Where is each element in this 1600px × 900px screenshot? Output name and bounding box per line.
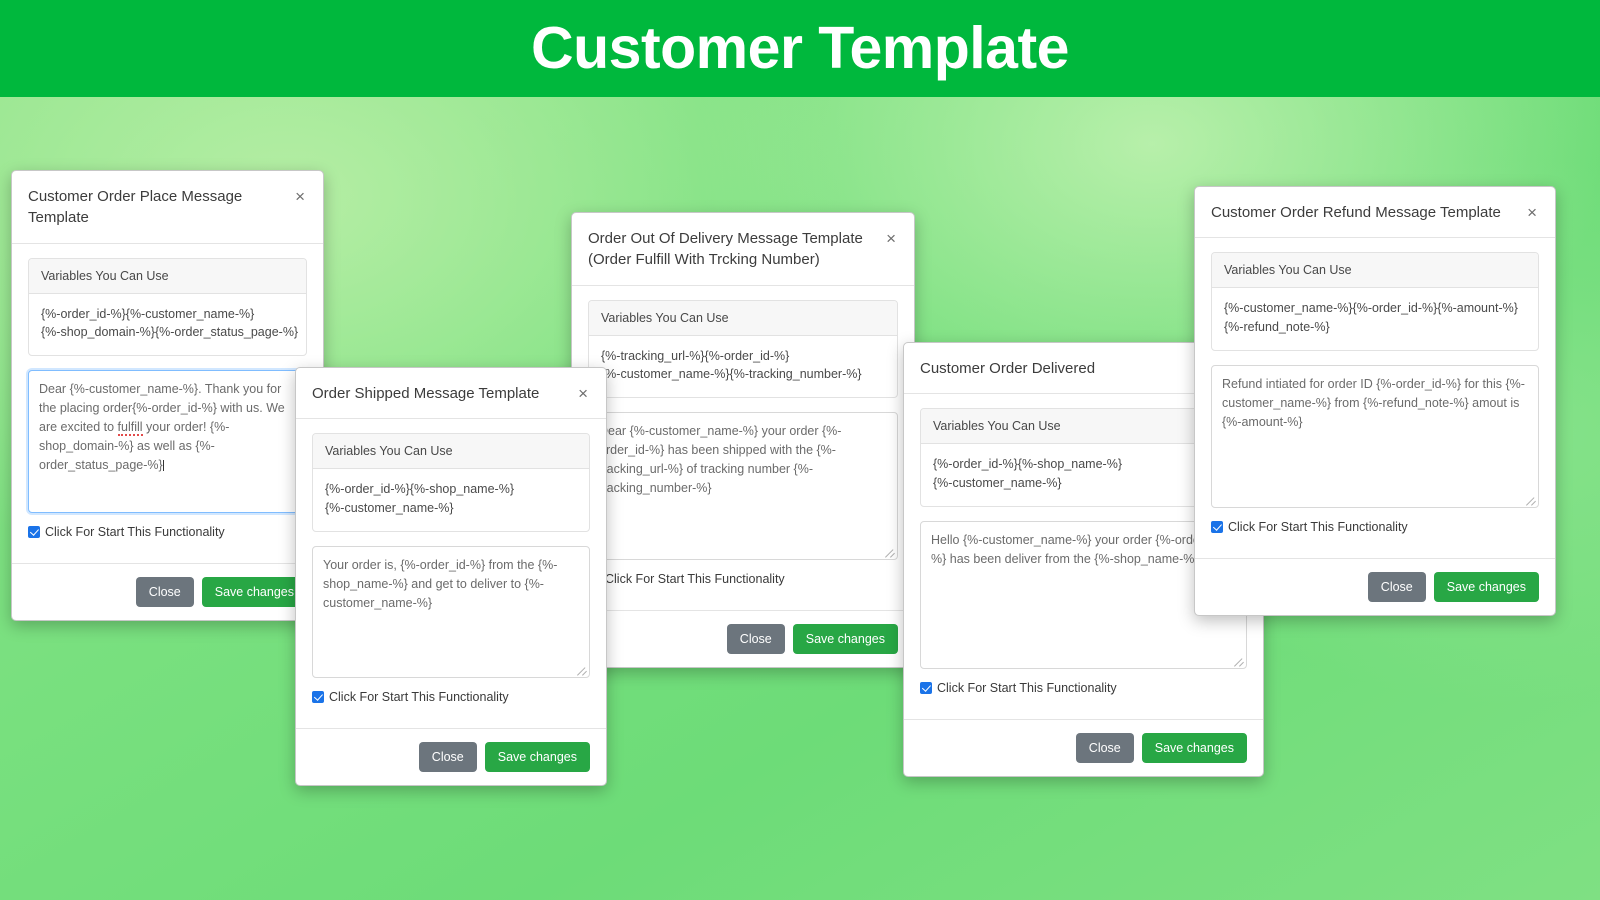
modal-title: Customer Order Place Message Template bbox=[28, 188, 243, 227]
modal-title: Order Out Of Delivery Message Template (… bbox=[588, 230, 863, 269]
modal-body: Variables You Can Use {%-order_id-%}{%-c… bbox=[12, 244, 323, 564]
save-changes-button[interactable]: Save changes bbox=[1433, 571, 1539, 603]
close-icon[interactable]: × bbox=[293, 186, 307, 205]
variables-list: {%-order_id-%}{%-customer_name-%} {%-sho… bbox=[29, 294, 306, 356]
modal-footer: Close Save changes bbox=[12, 563, 323, 620]
message-template-textarea[interactable]: Dear {%-customer_name-%}. Thank you for … bbox=[28, 370, 307, 514]
variable-line: {%-tracking_url-%}{%-order_id-%} bbox=[601, 348, 790, 363]
variable-line: {%-refund_note-%} bbox=[1224, 320, 1330, 335]
variables-card: Variables You Can Use {%-order_id-%}{%-c… bbox=[28, 257, 307, 357]
checkbox-icon[interactable] bbox=[312, 690, 324, 703]
modal-footer: Close Save changes bbox=[572, 610, 914, 667]
save-changes-button[interactable]: Save changes bbox=[1141, 732, 1247, 764]
message-template-textarea[interactable]: Dear {%-customer_name-%} your order {%-o… bbox=[588, 412, 898, 561]
close-button[interactable]: Close bbox=[418, 741, 477, 773]
variable-line: {%-order_id-%}{%-shop_name-%} bbox=[933, 457, 1122, 472]
modal-order-shipped: Order Shipped Message Template × Variabl… bbox=[295, 367, 607, 787]
checkbox-label: Click For Start This Functionality bbox=[1228, 519, 1408, 534]
modal-body: Variables You Can Use {%-tracking_url-%}… bbox=[572, 286, 914, 611]
variables-list: {%-order_id-%}{%-shop_name-%} {%-custome… bbox=[313, 469, 589, 531]
modal-header: Order Shipped Message Template × bbox=[296, 368, 606, 420]
checkbox-label: Click For Start This Functionality bbox=[605, 572, 785, 587]
modal-footer: Close Save changes bbox=[296, 727, 606, 785]
close-icon[interactable]: × bbox=[884, 228, 898, 247]
checkbox-icon[interactable] bbox=[920, 681, 932, 694]
enable-functionality-row[interactable]: Click For Start This Functionality bbox=[588, 560, 898, 600]
modal-title: Order Shipped Message Template bbox=[312, 385, 540, 402]
close-button[interactable]: Close bbox=[1075, 732, 1134, 764]
variable-line: {%-order_id-%}{%-customer_name-%} bbox=[41, 306, 255, 321]
text-caret bbox=[162, 460, 164, 472]
close-icon[interactable]: × bbox=[1525, 202, 1539, 221]
save-changes-button[interactable]: Save changes bbox=[484, 741, 590, 773]
modal-header: Order Out Of Delivery Message Template (… bbox=[572, 213, 914, 286]
modal-header: Customer Order Refund Message Template × bbox=[1195, 187, 1555, 239]
variable-line: {%-customer_name-%}{%-order_id-%}{%-amou… bbox=[1224, 301, 1518, 316]
variables-card-title: Variables You Can Use bbox=[313, 434, 589, 470]
modal-title: Customer Order Refund Message Template bbox=[1211, 204, 1501, 221]
variable-line: {%-order_id-%}{%-shop_name-%} bbox=[325, 482, 514, 497]
checkbox-icon[interactable] bbox=[28, 526, 40, 539]
variable-line: {%-customer_name-%}{%-tracking_number-%} bbox=[601, 367, 862, 382]
page-header: Customer Template bbox=[0, 0, 1600, 97]
modal-order-out-of-delivery: Order Out Of Delivery Message Template (… bbox=[571, 212, 915, 669]
close-button[interactable]: Close bbox=[135, 577, 194, 608]
variables-card: Variables You Can Use {%-customer_name-%… bbox=[1211, 252, 1539, 351]
close-button[interactable]: Close bbox=[726, 624, 785, 655]
enable-functionality-row[interactable]: Click For Start This Functionality bbox=[312, 678, 590, 718]
variables-card-title: Variables You Can Use bbox=[1212, 253, 1538, 289]
save-changes-button[interactable]: Save changes bbox=[792, 624, 898, 655]
modal-footer: Close Save changes bbox=[904, 718, 1263, 776]
misspelled-word: fulfill bbox=[117, 420, 143, 437]
variables-card: Variables You Can Use {%-order_id-%}{%-s… bbox=[312, 433, 590, 532]
message-template-textarea[interactable]: Your order is, {%-order_id-%} from the {… bbox=[312, 545, 590, 678]
checkbox-label: Click For Start This Functionality bbox=[45, 525, 225, 540]
page-title: Customer Template bbox=[531, 15, 1069, 81]
message-text-part: Dear {%-customer_name-%}. Thank you for … bbox=[39, 382, 285, 473]
modal-footer: Close Save changes bbox=[1195, 557, 1555, 615]
variables-card: Variables You Can Use {%-tracking_url-%}… bbox=[588, 299, 898, 399]
checkbox-label: Click For Start This Functionality bbox=[329, 689, 509, 704]
modal-customer-order-refund: Customer Order Refund Message Template ×… bbox=[1194, 186, 1556, 617]
modal-body: Variables You Can Use {%-customer_name-%… bbox=[1195, 238, 1555, 558]
close-button[interactable]: Close bbox=[1367, 571, 1426, 603]
checkbox-label: Click For Start This Functionality bbox=[937, 680, 1117, 695]
enable-functionality-row[interactable]: Click For Start This Functionality bbox=[1211, 508, 1539, 548]
enable-functionality-row[interactable]: Click For Start This Functionality bbox=[28, 513, 307, 553]
variables-card-title: Variables You Can Use bbox=[589, 300, 897, 336]
variables-card-title: Variables You Can Use bbox=[29, 258, 306, 294]
checkbox-icon[interactable] bbox=[1211, 520, 1223, 533]
message-template-textarea[interactable]: Refund intiated for order ID {%-order_id… bbox=[1211, 364, 1539, 508]
modal-header: Customer Order Place Message Template × bbox=[12, 171, 323, 244]
variables-list: {%-customer_name-%}{%-order_id-%}{%-amou… bbox=[1212, 288, 1538, 350]
save-changes-button[interactable]: Save changes bbox=[201, 577, 307, 608]
close-icon[interactable]: × bbox=[576, 383, 590, 402]
variables-list: {%-tracking_url-%}{%-order_id-%} {%-cust… bbox=[589, 336, 897, 398]
modal-body: Variables You Can Use {%-order_id-%}{%-s… bbox=[296, 419, 606, 728]
modal-customer-order-place: Customer Order Place Message Template × … bbox=[11, 170, 324, 622]
enable-functionality-row[interactable]: Click For Start This Functionality bbox=[920, 669, 1247, 709]
modal-title: Customer Order Delivered bbox=[920, 360, 1096, 377]
variable-line: {%-customer_name-%} bbox=[325, 501, 454, 516]
variable-line: {%-shop_domain-%}{%-order_status_page-%} bbox=[41, 325, 299, 340]
variable-line: {%-customer_name-%} bbox=[933, 476, 1062, 491]
